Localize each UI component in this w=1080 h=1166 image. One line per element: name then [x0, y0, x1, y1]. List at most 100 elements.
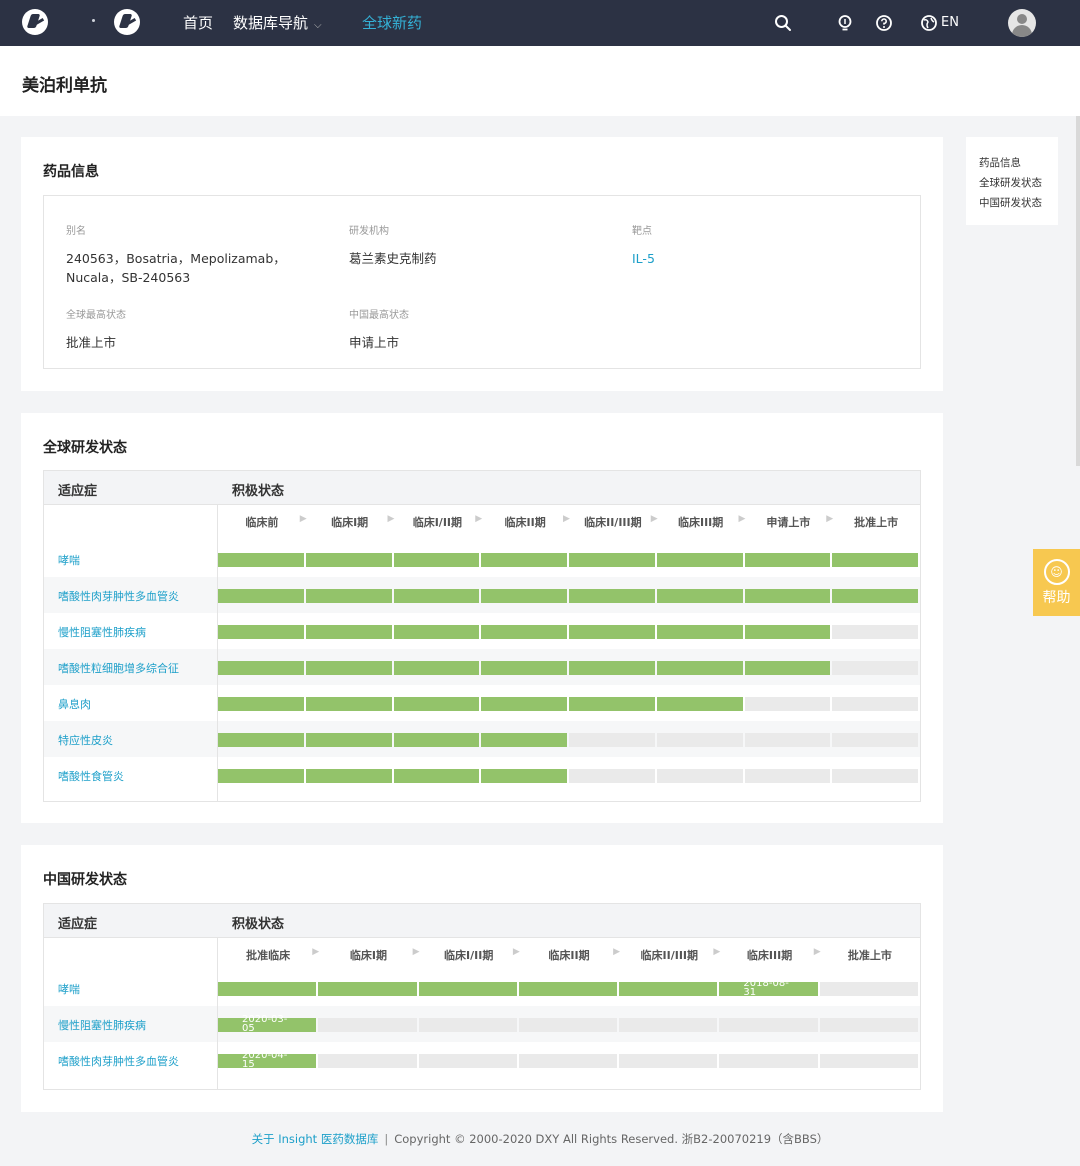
- china-status-title: 中国研发状态: [43, 872, 127, 888]
- drug-info-box: 别名 240563，Bosatria，Mepolizamab，Nucala，SB…: [43, 195, 921, 369]
- stage-label: 批准临床: [246, 949, 291, 962]
- chat-bubble-icon: ☺: [1043, 559, 1070, 585]
- progress-segment-filled: [393, 625, 480, 639]
- progress-segment-empty: [656, 769, 743, 783]
- progress-segment-filled: [569, 661, 655, 675]
- stage-label: 临床前: [245, 516, 279, 529]
- stage-label: 临床I/II期: [444, 949, 494, 962]
- global-pipeline-table: 适应症 积极状态 临床前 ▶ 临床I期 ▶ 临床I/II期 ▶ 临床II期 ▶ 临床II/III…: [43, 470, 921, 802]
- progress-segment-empty: [418, 1018, 517, 1032]
- drug-info-title: 药品信息: [43, 164, 99, 180]
- progress-segment-filled: [744, 589, 831, 603]
- progress-segment-filled: [656, 697, 743, 711]
- indication-link[interactable]: 特应性皮炎: [58, 732, 113, 748]
- search-icon[interactable]: [774, 14, 792, 32]
- lightbulb-icon[interactable]: [836, 14, 854, 32]
- brand-logo-icon[interactable]: [22, 9, 48, 35]
- progress-segment-filled: [393, 697, 480, 711]
- progress-segment-filled: 2020-03-05: [218, 1015, 317, 1034]
- alias-field: 别名 240563，Bosatria，Mepolizamab，Nucala，SB…: [66, 222, 326, 287]
- stage-label: 申请上市: [766, 516, 811, 529]
- progress-segment-empty: [318, 1054, 417, 1068]
- progress-segment-filled: [569, 697, 655, 711]
- progress-segment-filled: [569, 553, 655, 567]
- pipeline-row: 嗜酸性肉芽肿性多血管炎: [44, 577, 920, 613]
- progress-segment-empty: [569, 769, 655, 783]
- pipeline-row: 嗜酸性粒细胞增多综合征: [44, 649, 920, 685]
- footer-copyright: Copyright © 2000-2020 DXY All Rights Res…: [394, 1132, 829, 1146]
- progress-segment-filled: [218, 733, 304, 747]
- progress-segment-empty: [832, 697, 918, 711]
- indication-link[interactable]: 嗜酸性肉芽肿性多血管炎: [58, 1053, 179, 1069]
- nav-global-new-drugs-link[interactable]: 全球新药: [362, 13, 422, 33]
- progress-segment-filled: [305, 553, 392, 567]
- top-navbar: 首页 数据库导航 ⌵ 全球新药 EN: [0, 0, 1080, 46]
- progress-segment-filled: [393, 769, 480, 783]
- progress-segment-filled: [832, 589, 918, 603]
- progress-segment-filled: [418, 982, 517, 996]
- footer-about-link[interactable]: 关于 Insight 医药数据库: [252, 1132, 379, 1146]
- progress-segment-empty: [819, 1054, 918, 1068]
- progress-segment-empty: [832, 769, 918, 783]
- org-field: 研发机构 葛兰素史克制药: [349, 222, 609, 268]
- language-switch-en[interactable]: EN: [941, 15, 959, 30]
- nav-database-dropdown[interactable]: 数据库导航 ⌵: [233, 13, 322, 36]
- indication-link[interactable]: 鼻息肉: [58, 696, 91, 712]
- china_status-stage-row: 批准临床 ▶ 临床I期 ▶ 临床I/II期 ▶ 临床II期 ▶ 临床II/III期 ▶ 临床III期…: [218, 938, 920, 968]
- indication-link[interactable]: 慢性阻塞性肺疾病: [58, 1017, 146, 1033]
- pipeline-row: 嗜酸性食管炎: [44, 757, 920, 793]
- progress-segment-filled: [619, 982, 718, 996]
- help-tab[interactable]: ☺ 帮助: [1033, 549, 1080, 616]
- progress-segment-filled: [318, 982, 417, 996]
- org-label: 研发机构: [349, 226, 389, 237]
- target-link[interactable]: IL-5: [632, 249, 892, 268]
- stage-label: 临床II/III期: [584, 516, 642, 529]
- stage-label: 批准上市: [847, 949, 892, 962]
- progress-segment-filled: [218, 769, 304, 783]
- progress-segment-filled: [744, 625, 831, 639]
- help-circle-icon[interactable]: [875, 14, 893, 32]
- indication-link[interactable]: 哮喘: [58, 981, 80, 997]
- target-label: 靶点: [632, 226, 652, 237]
- indication-link[interactable]: 嗜酸性食管炎: [58, 768, 124, 784]
- progress-segment-filled: [305, 625, 392, 639]
- progress-segment-filled: [518, 982, 618, 996]
- progress-segment-filled: [569, 589, 655, 603]
- progress-segment-filled: [481, 589, 567, 603]
- progress-segment-filled: [744, 661, 831, 675]
- stage-label: 临床I期: [349, 949, 387, 962]
- stage-label: 临床II/III期: [640, 949, 699, 962]
- progress-segment-filled: [481, 733, 567, 747]
- progress-segment-filled: [656, 553, 743, 567]
- indication-link[interactable]: 嗜酸性粒细胞增多综合征: [58, 660, 179, 676]
- insight-logo-icon[interactable]: [114, 9, 140, 35]
- progress-segment-filled: [569, 625, 655, 639]
- progress-segment-filled: [393, 553, 480, 567]
- page-title: 美泊利单抗: [22, 76, 107, 96]
- org-value: 葛兰素史克制药: [349, 251, 437, 266]
- stage-label: 临床I期: [331, 516, 369, 529]
- global-status-card: 全球研发状态 适应症 积极状态 临床前 ▶ 临床I期 ▶ 临床I/II期 ▶ 临床II期 ▶ 临…: [21, 413, 943, 823]
- side-menu-drug-info[interactable]: 药品信息: [979, 153, 1058, 173]
- section-side-menu: 药品信息 全球研发状态 中国研发状态: [966, 137, 1058, 225]
- progress-segment-empty: [719, 1054, 818, 1068]
- global-status-label: 全球最高状态: [66, 310, 126, 321]
- progress-segment-empty: [832, 661, 918, 675]
- user-avatar[interactable]: [1008, 9, 1036, 37]
- progress-segment-filled: [481, 625, 567, 639]
- progress-segment-filled: [656, 625, 743, 639]
- progress-segment-filled: [481, 697, 567, 711]
- side-menu-china-status[interactable]: 中国研发状态: [979, 193, 1058, 213]
- pipeline-row: 哮喘: [44, 541, 920, 577]
- indication-link[interactable]: 哮喘: [58, 552, 80, 568]
- side-menu-global-status[interactable]: 全球研发状态: [979, 173, 1058, 193]
- pipeline-row: 嗜酸性肉芽肿性多血管炎 2020-04-15: [44, 1042, 920, 1078]
- progress-segment-empty: [656, 733, 743, 747]
- progress-segment-filled: [305, 697, 392, 711]
- nav-home-link[interactable]: 首页: [183, 13, 213, 33]
- progress-segment-filled: 2018-08-31: [719, 979, 818, 998]
- globe-icon[interactable]: [920, 14, 938, 32]
- indication-link[interactable]: 慢性阻塞性肺疾病: [58, 624, 146, 640]
- china-pipeline-header: 适应症 积极状态: [44, 904, 920, 938]
- indication-link[interactable]: 嗜酸性肉芽肿性多血管炎: [58, 588, 179, 604]
